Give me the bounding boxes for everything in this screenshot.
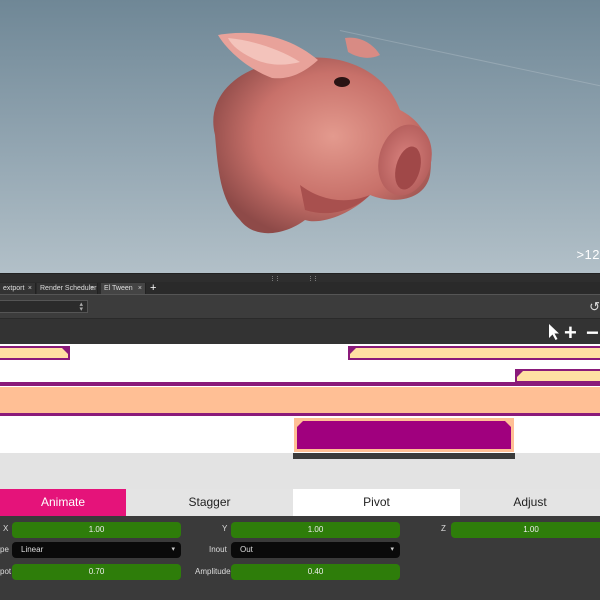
tab-adjust[interactable]: Adjust bbox=[460, 489, 600, 516]
refresh-icon[interactable]: ↺ bbox=[589, 299, 600, 315]
inout-select[interactable]: Out ▾ bbox=[231, 542, 400, 558]
pane-toolbar: ▴ ▾ ↺ bbox=[0, 294, 600, 319]
tab-label: El Tween bbox=[104, 285, 133, 292]
tab-render-scheduler[interactable]: Render Scheduler × bbox=[37, 283, 98, 294]
tween-parameters: X 1.00 Y 1.00 Z 1.00 pe Linear ▾ Inout O… bbox=[0, 516, 600, 600]
tab-label: Render Scheduler bbox=[40, 285, 97, 292]
type-select[interactable]: Linear ▾ bbox=[12, 542, 181, 558]
pane-tab-bar: extport × Render Scheduler × El Tween × … bbox=[0, 282, 600, 294]
add-tab-button[interactable]: + bbox=[150, 282, 156, 294]
close-icon[interactable]: × bbox=[138, 283, 142, 294]
selection-range-bar[interactable] bbox=[293, 453, 515, 459]
clip-corner-marker bbox=[297, 421, 303, 427]
tab-stagger[interactable]: Stagger bbox=[126, 489, 293, 516]
splitter-grip-icon[interactable] bbox=[310, 276, 316, 281]
close-icon[interactable]: × bbox=[28, 283, 32, 294]
mode-tabs: Animate Stagger Pivot Adjust bbox=[0, 489, 600, 516]
type-select-value: Linear bbox=[21, 545, 44, 554]
y-label: Y bbox=[222, 524, 228, 533]
pig-head-model bbox=[213, 32, 432, 234]
tab-animate[interactable]: Animate bbox=[0, 489, 126, 516]
type-label: pe bbox=[0, 545, 9, 554]
tab-pivot[interactable]: Pivot bbox=[293, 489, 460, 516]
inout-select-value: Out bbox=[240, 545, 253, 554]
tab-label: extport bbox=[3, 285, 25, 292]
z-label: Z bbox=[441, 524, 446, 533]
x-field[interactable]: 1.00 bbox=[12, 522, 181, 538]
clip-corner-marker bbox=[62, 348, 68, 354]
tween-clip[interactable] bbox=[348, 346, 600, 360]
context-dropdown[interactable]: ▴ ▾ bbox=[0, 300, 88, 313]
clip-corner-marker bbox=[517, 371, 523, 377]
track-divider bbox=[0, 382, 600, 386]
minus-icon[interactable]: − bbox=[586, 322, 599, 344]
amplitude-field[interactable]: 0.40 bbox=[231, 564, 400, 580]
inout-label: Inout bbox=[209, 545, 227, 554]
zoom-readout: >12 bbox=[576, 247, 600, 262]
clip-corner-marker bbox=[505, 421, 511, 427]
chevron-down-icon: ▾ bbox=[390, 546, 394, 553]
pointer-icon[interactable] bbox=[547, 323, 561, 341]
tween-clip-full-track[interactable] bbox=[0, 387, 600, 416]
amplitude-label: Amplitude bbox=[195, 567, 231, 576]
z-field[interactable]: 1.00 bbox=[451, 522, 600, 538]
plus-icon[interactable]: + bbox=[564, 322, 577, 344]
chevron-down-icon: ▾ bbox=[171, 546, 175, 553]
tween-clip[interactable] bbox=[515, 369, 600, 383]
pivot-label: pot bbox=[0, 567, 12, 576]
updown-arrow-icon: ▴ ▾ bbox=[79, 301, 83, 313]
close-icon[interactable]: × bbox=[90, 283, 94, 294]
timeline-toolbar: + − bbox=[0, 318, 600, 345]
pivot-field[interactable]: 0.70 bbox=[12, 564, 181, 580]
tab-el-tween[interactable]: El Tween × bbox=[101, 283, 146, 294]
x-label: X bbox=[3, 524, 9, 533]
tween-clip[interactable] bbox=[0, 346, 70, 360]
selected-tween-clip[interactable] bbox=[294, 418, 514, 452]
tab-viewport[interactable]: extport × bbox=[0, 283, 36, 294]
y-field[interactable]: 1.00 bbox=[231, 522, 400, 538]
clip-corner-marker bbox=[350, 348, 356, 354]
splitter-grip-icon[interactable] bbox=[272, 276, 278, 281]
3d-viewport[interactable]: >12 bbox=[0, 0, 600, 273]
